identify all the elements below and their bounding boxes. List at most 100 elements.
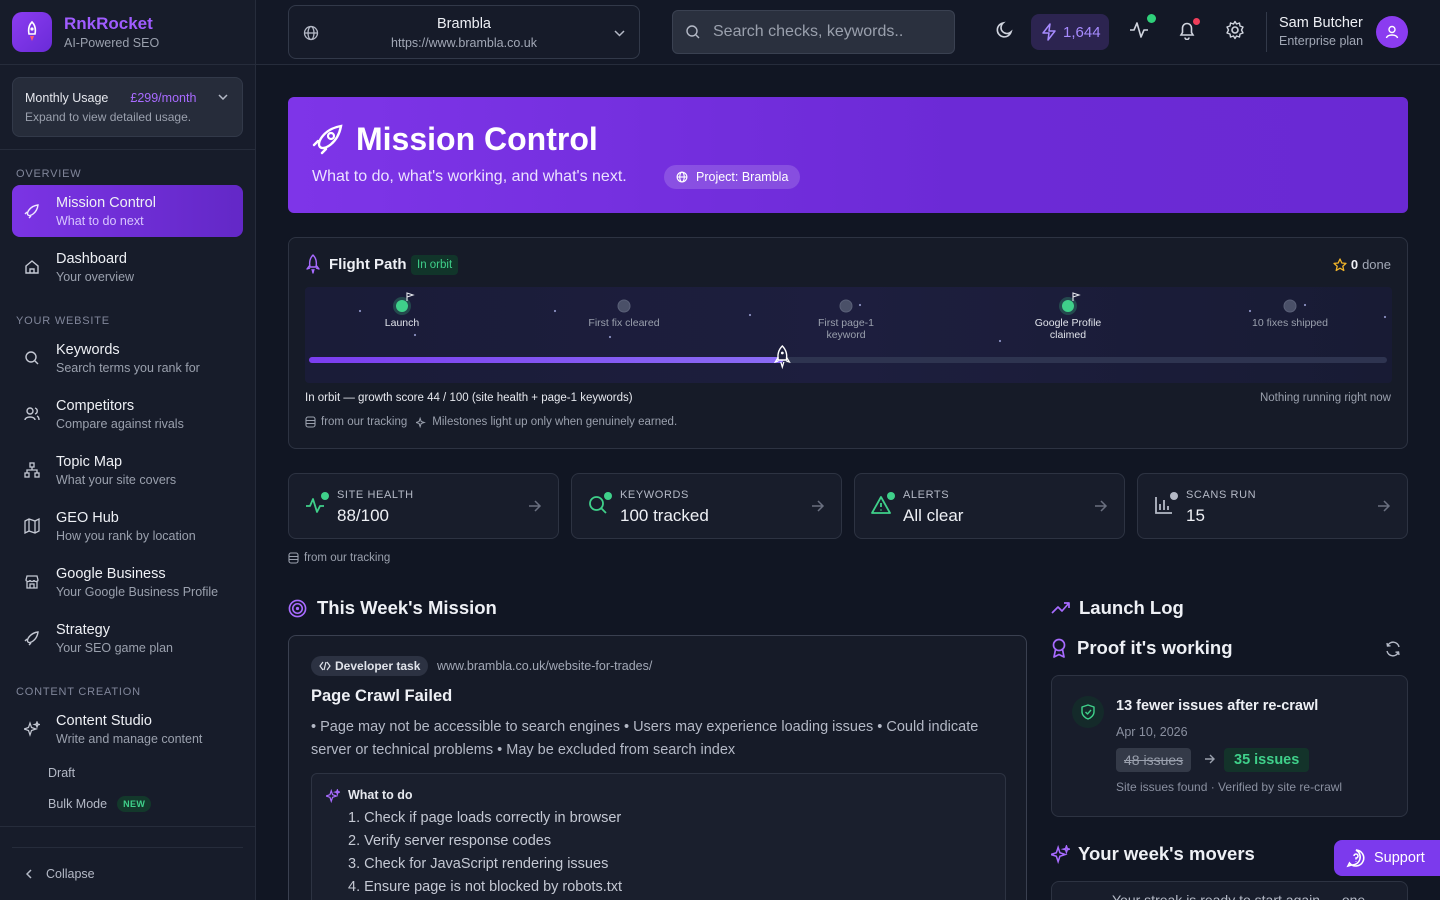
sidebar-item-sub: What your site covers xyxy=(56,472,177,487)
draft-label: Draft xyxy=(48,766,76,780)
task-title: Page Crawl Failed xyxy=(311,687,453,705)
stats-row: SITE HEALTH 88/100 KEYWORDS 100 tracked … xyxy=(288,473,1408,539)
sidebar-item-keywords[interactable]: Keywords Search terms you rank for xyxy=(12,332,243,384)
credits-count: 1,644 xyxy=(1063,23,1101,41)
status-dot xyxy=(604,492,612,500)
user-menu[interactable]: Sam Butcher Enterprise plan xyxy=(1266,12,1363,52)
sitemap-icon xyxy=(24,462,40,478)
collapse-button[interactable]: Collapse xyxy=(12,847,243,900)
milestone-note: Milestones light up only when genuinely … xyxy=(432,416,678,428)
milestone-label: 10 fixes shipped xyxy=(1252,317,1328,329)
sparkles-icon xyxy=(24,721,40,737)
sidebar-item-title: Dashboard xyxy=(56,250,127,267)
stat-value: 100 tracked xyxy=(620,506,709,525)
activity-icon[interactable] xyxy=(1129,20,1149,40)
stat-card-scans-run[interactable]: SCANS RUN 15 xyxy=(1137,473,1408,539)
refresh-icon[interactable] xyxy=(1385,641,1401,657)
sidebar-subitem-draft[interactable]: Draft xyxy=(48,766,75,780)
stat-card-alerts[interactable]: ALERTS All clear xyxy=(854,473,1125,539)
search-input[interactable] xyxy=(713,23,943,41)
milestone-label: claimed xyxy=(1050,329,1086,341)
search-icon xyxy=(685,24,701,40)
chevron-down-icon xyxy=(614,30,625,37)
movers-text: Your streak is ready to start again — on… xyxy=(1112,892,1366,900)
star-dot xyxy=(748,313,752,317)
list-item: 4. Ensure page is not blocked by robots.… xyxy=(348,879,623,895)
log-footnote: Site issues found · Verified by site re-… xyxy=(1116,780,1343,794)
brand-name: RnkRocket xyxy=(64,14,153,33)
sidebar-item-competitors[interactable]: Competitors Compare against rivals xyxy=(12,388,243,440)
sidebar-item-google-business[interactable]: Google Business Your Google Business Prof… xyxy=(12,556,243,608)
brand[interactable]: RnkRocket AI-Powered SEO xyxy=(0,0,255,65)
gear-icon[interactable] xyxy=(1225,20,1245,40)
sidebar-item-title: Content Studio xyxy=(56,712,152,729)
bulk-mode-label: Bulk Mode xyxy=(48,797,108,811)
stat-card-site-health[interactable]: SITE HEALTH 88/100 xyxy=(288,473,559,539)
mission-heading: This Week's Mission xyxy=(288,597,497,619)
support-button[interactable]: Support xyxy=(1334,840,1440,876)
rocket-icon xyxy=(24,203,40,219)
stat-label: ALERTS xyxy=(903,489,950,501)
todo-panel: What to do 1. Check if page loads correc… xyxy=(311,773,1006,900)
sidebar-item-dashboard[interactable]: Dashboard Your overview xyxy=(12,241,243,293)
launch-log-heading: Launch Log xyxy=(1051,597,1184,619)
star-dot xyxy=(1383,315,1387,319)
sidebar-item-geo-hub[interactable]: GEO Hub How you rank by location xyxy=(12,500,243,552)
sidebar-item-sub: Your Google Business Profile xyxy=(56,584,219,599)
flight-path-title: Flight Path xyxy=(329,256,407,273)
sidebar-item-title: Keywords xyxy=(56,341,120,358)
movers-card: Your streak is ready to start again — on… xyxy=(1051,881,1408,900)
developer-task-tag: Developer task xyxy=(311,656,429,676)
search-box[interactable] xyxy=(672,10,955,54)
project-name: Project: Brambla xyxy=(696,170,789,184)
mission-title: This Week's Mission xyxy=(317,597,497,618)
sidebar-item-sub: Compare against rivals xyxy=(56,416,184,431)
notification-dot xyxy=(1193,18,1200,25)
sidebar-item-content-studio[interactable]: Content Studio Write and manage content xyxy=(12,703,243,755)
status-dot xyxy=(321,492,329,500)
launch-log-card: 13 fewer issues after re-crawl Apr 10, 2… xyxy=(1051,675,1408,817)
milestone-label: Launch xyxy=(385,317,420,329)
sidebar-subitem-bulk-mode[interactable]: Bulk Mode NEW xyxy=(48,796,152,812)
moon-icon[interactable] xyxy=(995,20,1015,40)
done-label: done xyxy=(1362,257,1391,272)
sidebar-item-sub: Your SEO game plan xyxy=(56,640,173,655)
users-icon xyxy=(24,406,40,422)
home-icon xyxy=(24,259,40,275)
stat-value: 88/100 xyxy=(337,506,389,525)
task-description: • Page may not be accessible to search e… xyxy=(311,719,979,758)
rocket-logo-icon xyxy=(12,12,52,52)
site-selector[interactable]: Brambla https://www.brambla.co.uk xyxy=(288,5,640,59)
list-item: 3. Check for JavaScript rendering issues xyxy=(348,856,609,872)
sidebar-item-mission-control[interactable]: Mission Control What to do next xyxy=(12,185,243,237)
star-dot xyxy=(608,335,612,339)
star-dot xyxy=(858,303,862,307)
mission-task-card: Developer task www.brambla.co.uk/website… xyxy=(288,635,1027,900)
star-dot xyxy=(998,339,1002,343)
sidebar-item-title: Topic Map xyxy=(56,453,123,470)
brand-tagline: AI-Powered SEO xyxy=(64,36,160,50)
monthly-usage-panel[interactable]: Monthly Usage £299/month Expand to view … xyxy=(12,77,243,137)
sidebar-item-strategy[interactable]: Strategy Your SEO game plan xyxy=(12,612,243,664)
rocket-icon xyxy=(305,254,321,274)
milestone-label: First fix cleared xyxy=(588,317,659,329)
stat-value: All clear xyxy=(903,506,964,525)
star-dot xyxy=(1303,303,1307,307)
sidebar-item-sub: What to do next xyxy=(56,213,144,228)
sidebar-item-title: Competitors xyxy=(56,397,135,414)
stat-card-keywords[interactable]: KEYWORDS 100 tracked xyxy=(571,473,842,539)
stats-source: from our tracking xyxy=(288,552,390,564)
milestone-dot-achieved xyxy=(396,300,408,312)
flight-track-graphic: Launch First fix cleared First page-1keywo… xyxy=(309,292,1387,370)
chevron-down-icon xyxy=(218,94,228,100)
credits-button[interactable]: 1,644 xyxy=(1031,14,1109,50)
hero-banner: Mission Control What to do, what's worki… xyxy=(288,97,1408,213)
task-url[interactable]: www.brambla.co.uk/website-for-trades/ xyxy=(437,659,652,673)
sparkles-icon xyxy=(1051,844,1070,864)
avatar[interactable] xyxy=(1376,16,1408,48)
list-item: 2. Verify server response codes xyxy=(348,833,552,849)
sidebar-item-topic-map[interactable]: Topic Map What your site covers xyxy=(12,444,243,496)
nav-section-content: Content Creation xyxy=(16,686,141,698)
log-title: 13 fewer issues after re-crawl xyxy=(1116,698,1319,714)
nav-section-overview: Overview xyxy=(16,168,82,180)
